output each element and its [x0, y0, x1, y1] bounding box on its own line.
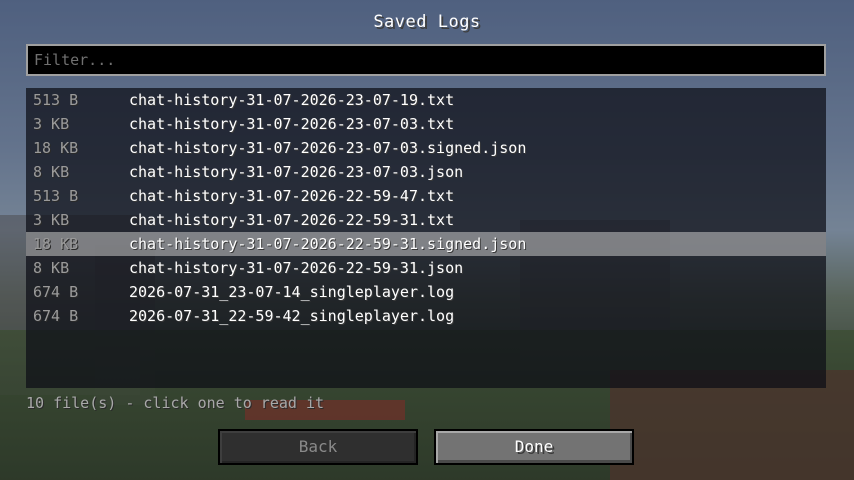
file-list-row[interactable]: 18 KB chat-history-31-07-2026-22-59-31.si…: [26, 232, 826, 256]
file-size: 3 KB: [33, 211, 70, 229]
file-name: chat-history-31-07-2026-22-59-47.txt: [129, 187, 455, 205]
file-list-row[interactable]: 513 B chat-history-31-07-2026-23-07-19.tx…: [26, 88, 826, 112]
file-count-status: 10 file(s) - click one to read it: [26, 394, 325, 412]
file-size: 18 KB: [33, 139, 79, 157]
file-name: chat-history-31-07-2026-23-07-03.txt: [129, 115, 455, 133]
file-name: chat-history-31-07-2026-23-07-03.json: [129, 163, 464, 181]
file-size: 674 B: [33, 283, 79, 301]
file-name: chat-history-31-07-2026-23-07-03.signed.…: [129, 139, 527, 157]
file-list-row[interactable]: 674 B 2026-07-31_22-59-42_singleplayer.lo…: [26, 304, 826, 328]
file-name: chat-history-31-07-2026-22-59-31.signed.…: [129, 235, 527, 253]
file-size: 513 B: [33, 187, 79, 205]
filter-field-frame[interactable]: [26, 44, 826, 76]
file-name: 2026-07-31_23-07-14_singleplayer.log: [129, 283, 455, 301]
screen-title: Saved Logs: [373, 12, 481, 32]
filter-input[interactable]: [28, 46, 824, 74]
file-list-row[interactable]: 18 KB chat-history-31-07-2026-23-07-03.si…: [26, 136, 826, 160]
file-size: 3 KB: [33, 115, 70, 133]
file-size: 8 KB: [33, 163, 70, 181]
file-list-row[interactable]: 3 KB chat-history-31-07-2026-23-07-03.txt: [26, 112, 826, 136]
file-name: chat-history-31-07-2026-22-59-31.json: [129, 259, 464, 277]
file-size: 513 B: [33, 91, 79, 109]
file-list-row[interactable]: 8 KB chat-history-31-07-2026-22-59-31.jso…: [26, 256, 826, 280]
file-list-row[interactable]: 513 B chat-history-31-07-2026-22-59-47.tx…: [26, 184, 826, 208]
file-name: chat-history-31-07-2026-23-07-19.txt: [129, 91, 455, 109]
done-button[interactable]: Done: [434, 429, 634, 465]
back-button[interactable]: Back: [218, 429, 418, 465]
file-size: 18 KB: [33, 235, 79, 253]
file-name: chat-history-31-07-2026-22-59-31.txt: [129, 211, 455, 229]
file-list-row[interactable]: 3 KB chat-history-31-07-2026-22-59-31.txt: [26, 208, 826, 232]
file-list-row[interactable]: 674 B 2026-07-31_23-07-14_singleplayer.lo…: [26, 280, 826, 304]
file-size: 674 B: [33, 307, 79, 325]
file-list-row[interactable]: 8 KB chat-history-31-07-2026-23-07-03.jso…: [26, 160, 826, 184]
file-name: 2026-07-31_22-59-42_singleplayer.log: [129, 307, 455, 325]
file-list[interactable]: 513 B chat-history-31-07-2026-23-07-19.tx…: [26, 88, 826, 388]
file-size: 8 KB: [33, 259, 70, 277]
